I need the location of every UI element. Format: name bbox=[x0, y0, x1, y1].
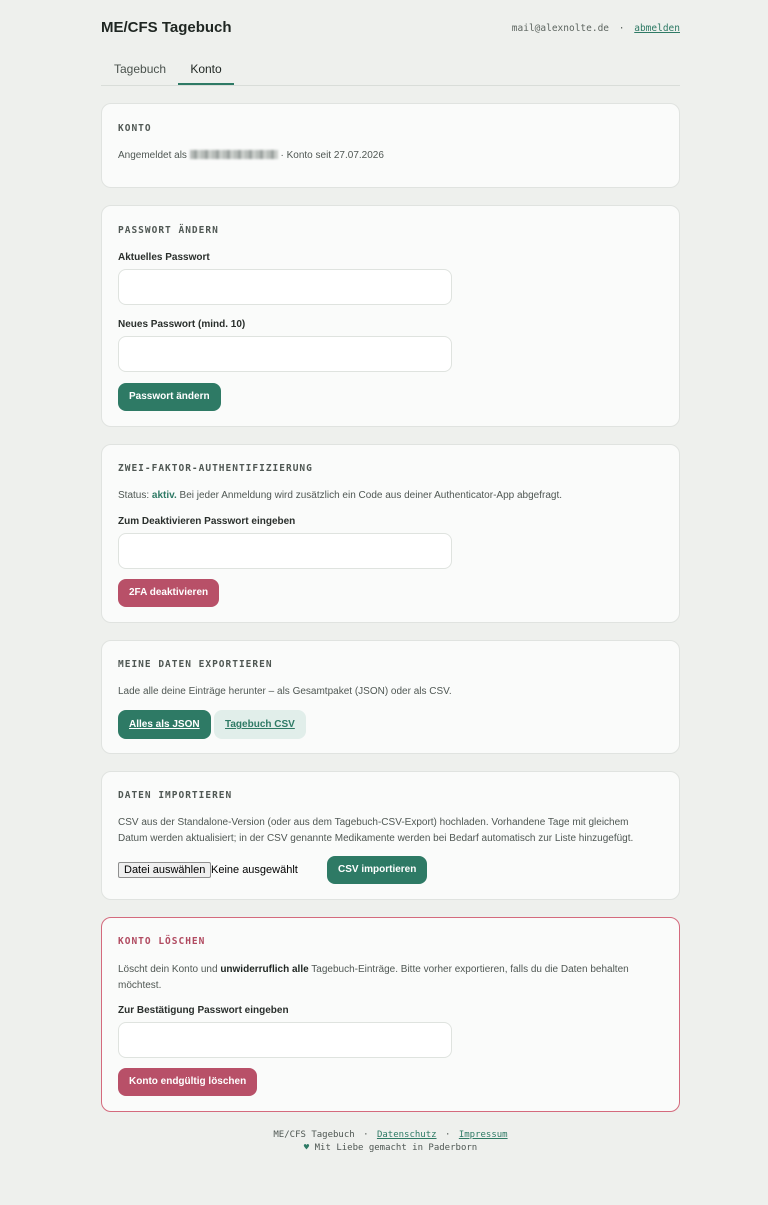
status-value: aktiv. bbox=[151, 490, 177, 501]
delete-text-line2: möchtest. bbox=[118, 980, 162, 991]
twofa-card: ZWEI-FAKTOR-AUTHENTIFIZIERUNG Status: ak… bbox=[101, 444, 680, 623]
header: ME/CFS Tagebuch mail@alexnolte.de · abme… bbox=[101, 0, 680, 56]
separator: · bbox=[444, 1130, 451, 1140]
tab-tagebuch[interactable]: Tagebuch bbox=[114, 62, 166, 85]
password-title: PASSWORT ÄNDERN bbox=[118, 225, 219, 236]
tab-bar: Tagebuch Konto bbox=[101, 56, 680, 86]
import-csv-button[interactable]: CSV importieren bbox=[327, 856, 428, 884]
delete-password-label: Zur Bestätigung Passwort eingeben bbox=[118, 1005, 289, 1016]
new-password-label: Neues Passwort (mind. 10) bbox=[118, 319, 246, 330]
footer: ME/CFS Tagebuch · Datenschutz · Impressu… bbox=[101, 1129, 680, 1155]
page: ME/CFS Tagebuch mail@alexnolte.de · abme… bbox=[101, 0, 680, 1153]
app-title: ME/CFS Tagebuch bbox=[101, 19, 232, 36]
separator: · bbox=[618, 23, 625, 34]
current-password-input[interactable] bbox=[118, 269, 452, 305]
account-card: KONTO Angemeldet als · Konto seit 27.07.… bbox=[101, 103, 680, 188]
twofa-title: ZWEI-FAKTOR-AUTHENTIFIZIERUNG bbox=[118, 463, 313, 474]
member-since: · Konto seit 27.07.2026 bbox=[280, 150, 384, 161]
import-card: DATEN IMPORTIEREN CSV aus der Standalone… bbox=[101, 771, 680, 900]
delete-password-input[interactable] bbox=[118, 1022, 452, 1058]
delete-account-button[interactable]: Konto endgültig löschen bbox=[118, 1068, 258, 1096]
delete-text-suffix: Tagebuch-Einträge. Bitte vorher exportie… bbox=[311, 964, 629, 975]
import-text-line2: Datum werden aktualisiert; in der CSV ge… bbox=[118, 833, 634, 844]
import-text-line1: CSV aus der Standalone-Version (oder aus… bbox=[118, 817, 629, 828]
privacy-link[interactable]: Datenschutz bbox=[377, 1130, 437, 1140]
status-prefix: Status: bbox=[118, 490, 150, 501]
account-info: Angemeldet als · Konto seit 27.07.2026 bbox=[118, 148, 384, 164]
export-text: Lade alle deine Einträge herunter – als … bbox=[118, 686, 452, 697]
export-json-button[interactable]: Alles als JSON bbox=[118, 710, 211, 739]
delete-text-line1: Löscht dein Konto und unwiderruflich all… bbox=[118, 962, 629, 978]
status-text: Bei jeder Anmeldung wird zusätzlich ein … bbox=[179, 490, 563, 501]
new-password-input[interactable] bbox=[118, 336, 452, 372]
disable-2fa-button[interactable]: 2FA deaktivieren bbox=[118, 579, 220, 607]
file-choose-button[interactable]: Datei auswählen bbox=[118, 862, 212, 878]
footer-tagline-row: ♥ Mit Liebe gemacht in Paderborn bbox=[101, 1142, 680, 1155]
change-password-button[interactable]: Passwort ändern bbox=[118, 383, 221, 411]
tab-konto[interactable]: Konto bbox=[178, 62, 234, 85]
delete-card: KONTO LÖSCHEN Löscht dein Konto und unwi… bbox=[101, 917, 680, 1112]
delete-text-prefix: Löscht dein Konto und bbox=[118, 964, 218, 975]
redacted-email bbox=[189, 150, 278, 159]
delete-title: KONTO LÖSCHEN bbox=[118, 936, 206, 947]
export-csv-button[interactable]: Tagebuch CSV bbox=[214, 710, 306, 739]
user-email: mail@alexnolte.de bbox=[511, 23, 610, 34]
password-card: PASSWORT ÄNDERN Aktuelles Passwort Neues… bbox=[101, 205, 680, 427]
file-status: Keine ausgewählt bbox=[211, 864, 298, 876]
logout-link[interactable]: abmelden bbox=[634, 23, 680, 34]
separator: · bbox=[363, 1130, 369, 1140]
twofa-password-input[interactable] bbox=[118, 533, 452, 569]
logged-in-prefix: Angemeldet als bbox=[118, 150, 187, 161]
imprint-link[interactable]: Impressum bbox=[459, 1130, 508, 1140]
twofa-status: Status: aktiv. Bei jeder Anmeldung wird … bbox=[118, 488, 562, 504]
account-bar: mail@alexnolte.de · abmelden bbox=[512, 23, 680, 34]
current-password-label: Aktuelles Passwort bbox=[118, 252, 210, 263]
footer-links: ME/CFS Tagebuch · Datenschutz · Impressu… bbox=[101, 1129, 680, 1142]
footer-tagline: Mit Liebe gemacht in Paderborn bbox=[314, 1143, 478, 1153]
delete-text-bold: unwiderruflich alle bbox=[220, 964, 309, 975]
import-title: DATEN IMPORTIEREN bbox=[118, 790, 233, 801]
export-title: MEINE DATEN EXPORTIEREN bbox=[118, 659, 273, 670]
account-title: KONTO bbox=[118, 123, 152, 134]
twofa-password-label: Zum Deaktivieren Passwort eingeben bbox=[118, 516, 296, 527]
export-card: MEINE DATEN EXPORTIEREN Lade alle deine … bbox=[101, 640, 680, 754]
footer-app-name: ME/CFS Tagebuch bbox=[273, 1130, 355, 1140]
heart-icon: ♥ bbox=[303, 1143, 310, 1153]
